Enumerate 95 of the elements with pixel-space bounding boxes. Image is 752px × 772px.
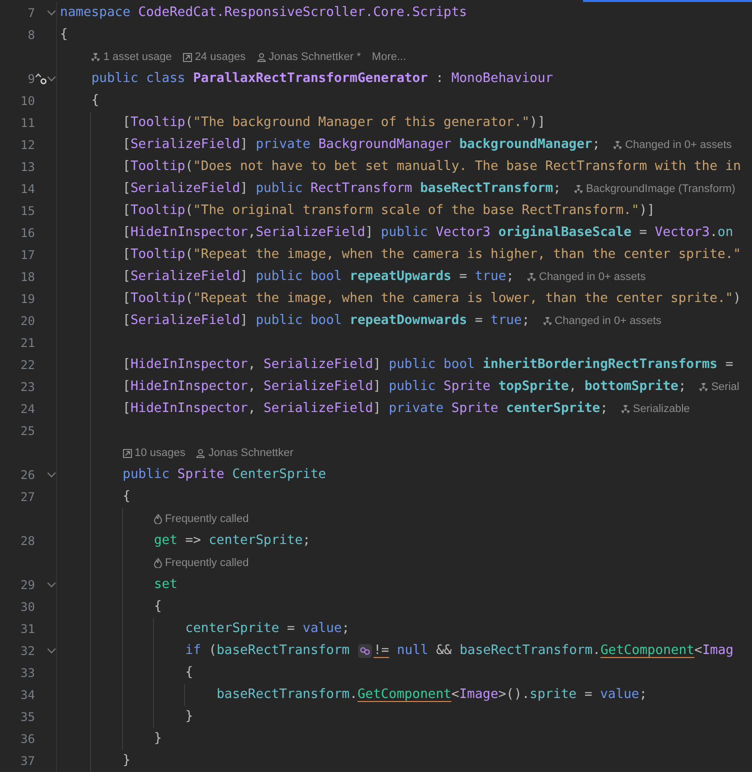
trefoil-icon (620, 404, 630, 414)
line-number: 14 (20, 182, 35, 196)
code-line: [Tooltip("The original transform scale of the base RectTransform.")] (122, 202, 655, 220)
line-number: 20 (20, 314, 35, 328)
line-number: 25 (20, 424, 35, 438)
inlay-hint-icon (358, 644, 372, 658)
trefoil-icon (574, 184, 583, 194)
code-line: [SerializeField] public bool repeatDownwards = true; (122, 312, 530, 330)
trefoil-icon (542, 316, 552, 326)
code-vision-hint[interactable]: Jonas Schnettker (208, 446, 294, 460)
trefoil-icon (91, 52, 100, 62)
code-vision-hint[interactable]: Jonas Schnettker * (268, 50, 361, 64)
line-number: 31 (20, 622, 35, 636)
code-vision-hint[interactable]: Changed in 0+ assets (625, 138, 732, 152)
line-number: 21 (20, 336, 35, 350)
code-line: } (154, 730, 162, 748)
code-vision-hint[interactable]: 1 asset usage (103, 50, 172, 64)
trefoil-icon (613, 140, 622, 150)
code-line: { (154, 598, 162, 616)
code-vision-hint[interactable]: Changed in 0+ assets (539, 270, 646, 284)
line-number: 13 (20, 160, 35, 174)
line-number: 28 (20, 534, 35, 548)
code-line: { (91, 92, 100, 110)
trefoil-icon (527, 272, 536, 282)
code-line: set (154, 576, 178, 594)
trefoil-icon (699, 382, 708, 392)
fold-chevron-icon[interactable] (47, 648, 56, 654)
line-number: 26 (20, 468, 35, 482)
line-number: 9 (26, 72, 35, 86)
line-number: 32 (20, 644, 35, 658)
line-number: 33 (20, 666, 35, 680)
arrow-box-icon (122, 448, 132, 458)
line-number: 8 (26, 28, 35, 42)
line-number: 23 (20, 380, 35, 394)
fold-chevron-icon[interactable] (47, 76, 56, 82)
fold-chevron-icon[interactable] (47, 582, 56, 588)
line-number: 22 (20, 358, 35, 372)
line-number: 17 (20, 248, 35, 262)
flame-icon (154, 514, 162, 524)
code-line: [HideInInspector, SerializeField] public Sprite topSprite, bottomSprite; (122, 378, 686, 396)
code-line: } (122, 752, 130, 770)
code-line: [Tooltip("Repeat the image, when the camera is lower, than the center sprite.") (122, 290, 741, 308)
line-number: 35 (20, 710, 35, 724)
line-number: 10 (20, 94, 35, 108)
code-line: public class ParallaxRectTransformGenerator : MonoBehaviour (91, 70, 554, 88)
person-icon (256, 52, 266, 62)
line-number: 36 (20, 732, 35, 746)
code-vision-hint[interactable]: Changed in 0+ assets (554, 314, 662, 328)
line-number: 7 (26, 6, 35, 20)
code-line: [Tooltip("Does not have to bet set manually. The base RectTransform with the in (122, 158, 741, 176)
code-line: { (60, 26, 68, 44)
caret-circle-icon[interactable] (35, 73, 47, 85)
code-vision-hint[interactable]: Frequently called (164, 512, 249, 526)
code-line: != null && baseRectTransform.GetComponent<Imag (373, 642, 734, 660)
code-vision-hint[interactable]: Serializable (632, 402, 690, 416)
code-line: if (baseRectTransform (185, 642, 351, 660)
code-line: { (185, 664, 194, 682)
code-vision-hint[interactable]: More... (372, 50, 406, 64)
line-number: 37 (20, 754, 35, 768)
code-line: public Sprite CenterSprite (122, 466, 326, 484)
line-number: 34 (20, 688, 35, 702)
code-line: baseRectTransform.GetComponent<Image>().sprite = value; (216, 686, 648, 704)
code-line: [Tooltip("Repeat the image, when the camera is higher, than the center sprite." (122, 246, 741, 264)
code-vision-hint[interactable]: 10 usages (134, 446, 186, 460)
code-vision-hint[interactable]: 24 usages (194, 50, 246, 64)
code-line: [HideInInspector, SerializeField] public bool inheritBorderingRectTransforms = (122, 356, 734, 374)
line-number: 18 (20, 270, 35, 284)
person-icon (196, 448, 206, 458)
line-number: 15 (20, 204, 35, 218)
code-line: [SerializeField] public RectTransform baseRectTransform; (122, 180, 561, 198)
line-number: 19 (20, 292, 35, 306)
line-number: 12 (20, 138, 35, 152)
line-number: 11 (20, 116, 35, 130)
line-number: 16 (20, 226, 35, 240)
code-line: centerSprite = value; (185, 620, 350, 638)
code-line: } (185, 708, 194, 726)
code-line: namespace CodeRedCat.ResponsiveScroller.Core.Scripts (60, 4, 468, 22)
code-line: [HideInInspector,SerializeField] public Vector3 originalBaseScale = Vector3.on (122, 224, 734, 242)
code-line: [SerializeField] public bool repeatUpwards = true; (122, 268, 514, 286)
code-line: [Tooltip("The background Manager of this generator.")] (122, 114, 546, 132)
line-number: 24 (20, 402, 35, 416)
line-number: 30 (20, 600, 35, 614)
fold-chevron-icon[interactable] (47, 10, 56, 16)
code-vision-hint[interactable]: BackgroundImage (Transform) (586, 182, 736, 196)
line-number: 27 (20, 490, 35, 504)
code-vision-hint[interactable]: Serial (711, 380, 740, 394)
code-line: get => centerSprite; (154, 532, 310, 550)
code-vision-hint[interactable]: Frequently called (164, 556, 249, 570)
line-number: 29 (20, 578, 35, 592)
code-line: [SerializeField] private BackgroundManager backgroundManager; (122, 136, 600, 154)
arrow-box-icon (182, 52, 192, 62)
code-line: [HideInInspector, SerializeField] private Sprite centerSprite; (122, 400, 608, 418)
flame-icon (154, 558, 162, 568)
code-line: { (122, 488, 130, 506)
fold-chevron-icon[interactable] (47, 472, 56, 478)
